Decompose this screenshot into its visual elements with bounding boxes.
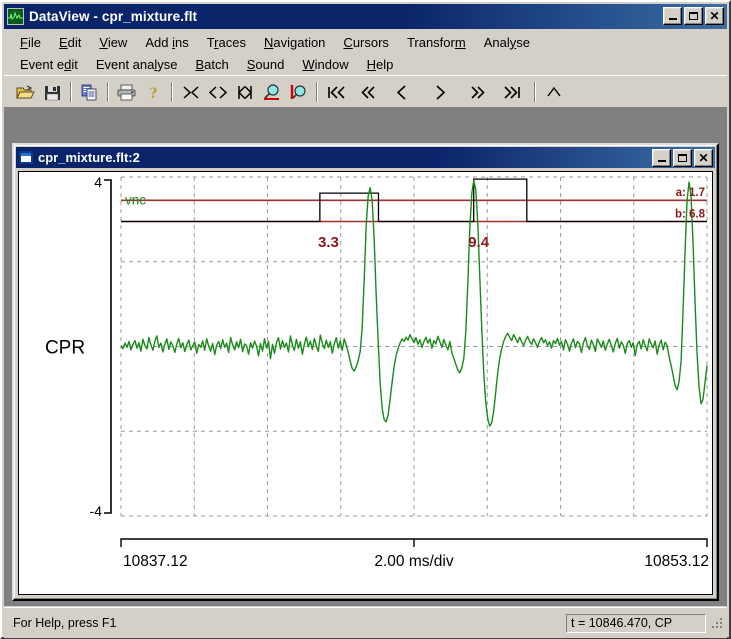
document-window-icon [19,151,33,164]
page-back-icon[interactable] [352,79,384,105]
minimize-button[interactable] [663,7,682,25]
zoom-in-magnifier-icon[interactable] [285,79,312,105]
event-value-label-0: 3.3 [318,234,339,251]
svg-text:CPR: CPR [45,338,85,359]
chevron-up-icon[interactable] [540,79,567,105]
save-file-icon[interactable] [39,79,66,105]
svg-text:?: ? [150,85,158,101]
toolbar-separator [534,82,536,102]
zoom-in-x-icon[interactable] [177,79,204,105]
waveform-icon [7,8,24,25]
page-forward-icon[interactable] [460,79,496,105]
open-file-icon[interactable] [12,79,39,105]
cursor-readout-label-0: a: 1.7 [676,187,705,199]
toolbar-separator [316,82,318,102]
x-axis: 10837.12 2.00 ms/div 10853.12 [120,538,709,570]
cursor-readout-label-1: b: 6.8 [675,208,706,220]
menu-item-view[interactable]: View [90,34,136,51]
menu-item-sound[interactable]: Sound [238,56,294,73]
child-close-button[interactable]: ✕ [694,149,713,167]
zoom-out-x-icon[interactable] [204,79,231,105]
menu-row-2: Event edit Event analyse Batch Sound Win… [4,53,727,75]
mdi-client-area: cpr_mixture.flt:2 ✕ 4 -4 CPR 10837.12 2.00 … [4,107,727,606]
menu-item-event-edit[interactable]: Event edit [11,56,87,73]
trace-name-label: vnc [125,193,146,208]
menu-item-help[interactable]: Help [358,56,403,73]
maximize-button[interactable] [684,7,703,25]
menu-item-event-analyse[interactable]: Event analyse [87,56,187,73]
svg-text:10853.12: 10853.12 [644,553,709,570]
svg-text:2.00 ms/div: 2.00 ms/div [374,553,454,570]
application-window: DataView - cpr_mixture.flt ✕ File Edit V… [0,0,731,639]
toolbar-separator [70,82,72,102]
zoom-out-magnifier-icon[interactable] [258,79,285,105]
resize-grip-icon[interactable] [710,616,724,630]
child-window-title: cpr_mixture.flt:2 [38,150,140,165]
menu-item-file[interactable]: File [11,34,50,51]
toolbar-separator [107,82,109,102]
chart-text-labels: vnc 3.3 9.4 a: 1.7 b: 6.8 [125,187,706,251]
go-first-icon[interactable] [322,79,352,105]
plot-canvas[interactable]: 4 -4 CPR 10837.12 2.00 ms/div 10853.12 vnc 3.… [18,171,713,595]
step-back-icon[interactable] [384,79,420,105]
toolbar: ? [4,75,727,108]
copy-icon[interactable] [76,79,103,105]
menu-item-transform[interactable]: Transform [398,34,475,51]
svg-text:4: 4 [94,174,102,190]
child-window-controls: ✕ [652,149,713,167]
main-window-controls: ✕ [663,7,724,25]
menu-row-1: File Edit View Add ins Traces Navigation… [4,31,727,53]
step-forward-icon[interactable] [420,79,460,105]
status-coordinate-readout: t = 10846.470, CP [566,613,706,633]
close-button[interactable]: ✕ [705,7,724,25]
child-title-bar: cpr_mixture.flt:2 ✕ [16,147,715,168]
child-window: cpr_mixture.flt:2 ✕ 4 -4 CPR 10837.12 2.00 … [12,143,719,601]
y-axis: 4 -4 CPR [45,174,112,519]
toolbar-separator [171,82,173,102]
waveform-chart: 4 -4 CPR 10837.12 2.00 ms/div 10853.12 vnc 3.… [45,174,709,570]
main-title-bar: DataView - cpr_mixture.flt ✕ [4,4,727,29]
menu-item-edit[interactable]: Edit [50,34,90,51]
go-last-icon[interactable] [496,79,530,105]
menu-item-window[interactable]: Window [293,56,357,73]
menu-item-add-ins[interactable]: Add ins [136,34,197,51]
help-question-icon[interactable]: ? [140,79,167,105]
menu-item-batch[interactable]: Batch [187,56,238,73]
child-maximize-button[interactable] [673,149,692,167]
svg-text:-4: -4 [90,503,103,519]
status-help-text: For Help, press F1 [13,616,117,630]
menu-bar: File Edit View Add ins Traces Navigation… [4,31,727,75]
event-value-label-1: 9.4 [468,234,490,251]
svg-text:10837.12: 10837.12 [123,553,188,570]
app-title: DataView - cpr_mixture.flt [29,9,198,24]
status-bar: For Help, press F1 t = 10846.470, CP [4,607,727,638]
menu-item-traces[interactable]: Traces [198,34,255,51]
menu-item-analyse[interactable]: Analyse [475,34,539,51]
print-icon[interactable] [113,79,140,105]
fit-x-icon[interactable] [231,79,258,105]
menu-item-cursors[interactable]: Cursors [334,34,398,51]
child-minimize-button[interactable] [652,149,671,167]
menu-item-navigation[interactable]: Navigation [255,34,334,51]
